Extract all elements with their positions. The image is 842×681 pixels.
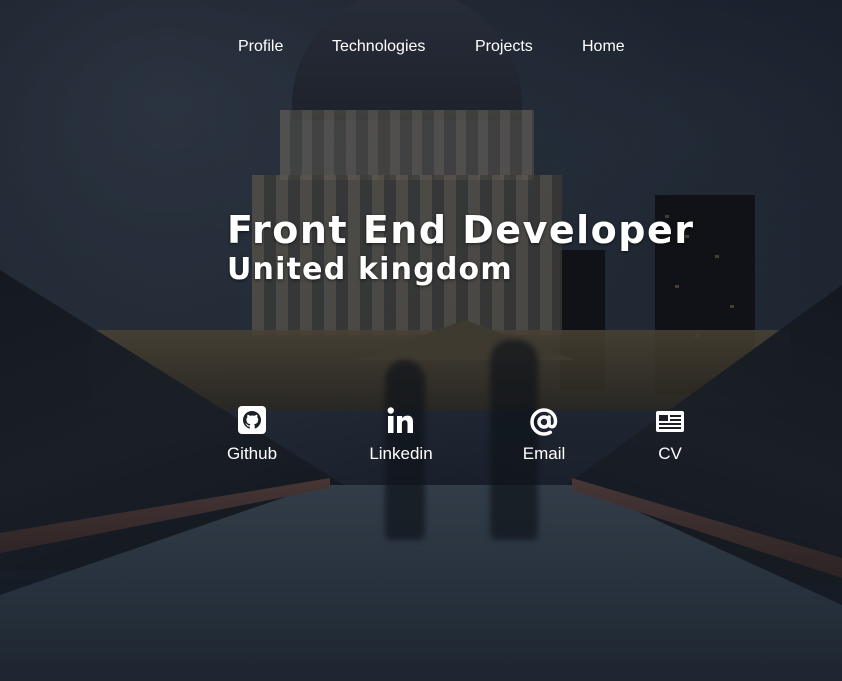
linkedin-link[interactable]: Linkedin	[346, 406, 456, 464]
email-link[interactable]: Email	[489, 406, 599, 464]
linkedin-icon	[346, 406, 456, 438]
github-icon	[197, 406, 307, 438]
at-sign-icon	[489, 406, 599, 438]
hero-title: Front End Developer	[227, 208, 695, 252]
hero-subtitle: United kingdom	[227, 252, 513, 287]
email-label: Email	[522, 444, 566, 463]
nav-item-home[interactable]: Home	[582, 38, 625, 56]
cv-label: CV	[658, 444, 682, 463]
github-link[interactable]: Github	[197, 406, 307, 464]
newspaper-icon	[615, 406, 725, 438]
linkedin-label: Linkedin	[369, 444, 433, 463]
cv-link[interactable]: CV	[615, 406, 725, 464]
background-image	[0, 0, 842, 681]
nav-item-technologies[interactable]: Technologies	[332, 38, 425, 56]
github-label: Github	[226, 444, 278, 463]
nav-item-profile[interactable]: Profile	[238, 38, 283, 56]
hero: Front End Developer United kingdom	[227, 207, 694, 287]
main-nav: Profile Technologies Projects Home	[0, 38, 842, 62]
nav-item-projects[interactable]: Projects	[475, 38, 533, 56]
